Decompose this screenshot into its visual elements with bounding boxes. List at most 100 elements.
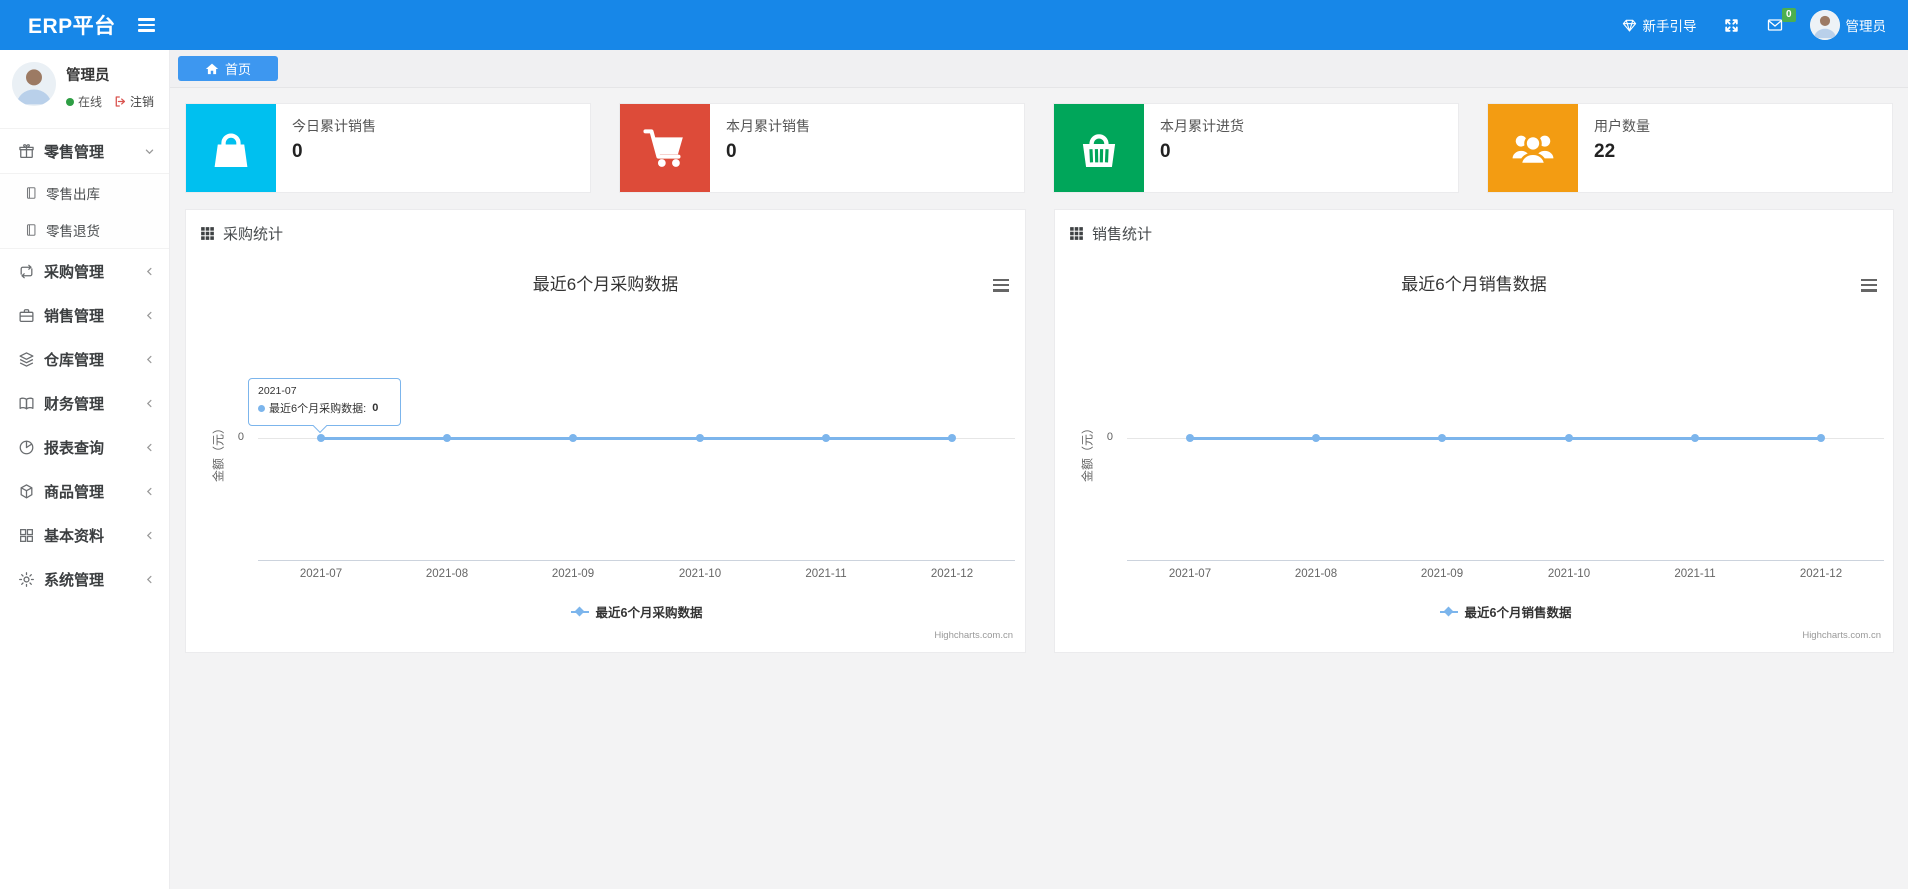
briefcase-icon [18,307,35,324]
data-point[interactable] [1565,434,1573,442]
sidebar-item-label: 采购管理 [44,263,105,281]
sidebar-item-finance[interactable]: 财务管理 [0,381,169,425]
sidebar-item-warehouse[interactable]: 仓库管理 [0,337,169,381]
home-icon [205,63,219,74]
series-line [321,437,952,440]
messages-button[interactable]: 0 [1766,8,1796,33]
fullscreen-button[interactable] [1723,17,1740,34]
card-value: 0 [1160,141,1171,162]
x-axis-tick: 2021-12 [930,568,974,580]
sidebar-item-retail-outbound[interactable]: 零售出库 [0,174,169,211]
sidebar-item-retail-return[interactable]: 零售退货 [0,211,169,248]
sidebar-item-label: 财务管理 [44,395,105,413]
stat-card-user-count: 用户数量 22 [1487,103,1893,193]
sidebar-toggle-icon[interactable] [137,15,155,35]
x-axis-tick: 2021-09 [551,568,595,580]
data-point[interactable] [1691,434,1699,442]
book-open-icon [18,395,35,412]
x-axis-tick: 2021-09 [1420,568,1464,580]
pie-chart-icon [18,439,35,456]
tooltip-arrow [312,418,328,434]
highcharts-credit[interactable]: Highcharts.com.cn [934,630,1013,641]
main-content: 首页 今日累计销售 0 本月累计销售 0 本月累计进货 0 用户数量 22 采购… [170,50,1908,889]
data-point[interactable] [1438,434,1446,442]
sidebar-item-purchase[interactable]: 采购管理 [0,249,169,293]
logout-label: 注销 [130,95,155,109]
x-axis-line [1127,560,1884,561]
chart-context-menu-icon[interactable] [985,276,1009,296]
sidebar-item-label: 报表查询 [44,439,105,457]
chevron-left-icon [144,442,155,453]
legend-marker-icon [570,606,589,616]
message-count-badge: 0 [1781,8,1796,22]
chevron-left-icon [144,574,155,585]
sidebar-item-system[interactable]: 系统管理 [0,557,169,601]
sidebar-user-block: 管理员 在线 注销 [0,50,169,120]
legend-item[interactable]: 最近6个月采购数据 [258,602,1015,621]
tab-home[interactable]: 首页 [178,56,278,81]
sidebar-item-goods[interactable]: 商品管理 [0,469,169,513]
tooltip-series-dot [258,404,265,412]
tab-home-label: 首页 [224,62,251,77]
chevron-left-icon [144,354,155,365]
sidebar-item-label: 系统管理 [44,571,105,589]
data-point[interactable] [443,434,451,442]
sidebar-item-sales[interactable]: 销售管理 [0,293,169,337]
legend-marker-icon [1439,606,1458,616]
stat-card-month-sales: 本月累计销售 0 [619,103,1025,193]
navbar-username: 管理员 [1845,19,1887,34]
card-title: 本月累计销售 [726,118,810,134]
expand-icon [1724,18,1738,32]
data-point[interactable] [569,434,577,442]
sidebar-item-reports[interactable]: 报表查询 [0,425,169,469]
chevron-left-icon [144,266,155,277]
sidebar-item-label: 零售出库 [46,186,100,202]
data-point[interactable] [1312,434,1320,442]
users-icon [1488,104,1578,192]
chart-tooltip: 2021-07 最近6个月采购数据: 0 [248,378,401,434]
repeat-icon [18,263,35,280]
highcharts-credit[interactable]: Highcharts.com.cn [1802,630,1881,641]
x-axis-tick: 2021-11 [805,568,847,580]
x-axis-line [258,560,1015,561]
x-axis-tick: 2021-08 [1294,568,1338,580]
chart-context-menu-icon[interactable] [1853,276,1877,296]
sidebar-item-basic-data[interactable]: 基本资料 [0,513,169,557]
grid-icon [18,527,35,544]
data-point[interactable] [317,434,325,442]
data-point[interactable] [822,434,830,442]
x-axis-tick: 2021-10 [1547,568,1591,580]
logout-button[interactable]: 注销 [114,93,154,110]
journal-icon [24,186,38,200]
guide-button[interactable]: 新手引导 [1622,15,1697,35]
data-point[interactable] [948,434,956,442]
sidebar: 管理员 在线 注销 零售管理 零售出库 零售退货 采购管理 销售管理 仓库管理 … [0,50,170,889]
data-point[interactable] [1186,434,1194,442]
chevron-left-icon [144,398,155,409]
card-title: 今日累计销售 [292,118,376,134]
chart-title: 最近6个月销售数据 [1401,275,1547,294]
th-grid-icon [1070,227,1083,240]
shopping-cart-icon [620,104,710,192]
top-navbar: ERP平台 新手引导 0 管理员 [0,0,1908,50]
x-axis-tick: 2021-07 [1168,568,1212,580]
user-menu[interactable]: 管理员 [1809,10,1887,40]
legend-label: 最近6个月采购数据 [595,606,703,620]
x-axis-tick: 2021-08 [425,568,469,580]
purchase-stats-panel: 采购统计 最近6个月采购数据 金额（元） 0 2021-07 2021-08 2… [185,209,1026,653]
retail-submenu: 零售出库 零售退货 [0,173,169,249]
data-point[interactable] [696,434,704,442]
card-value: 22 [1594,141,1616,162]
journal-icon [24,223,38,237]
chevron-down-icon [144,146,155,157]
sidebar-item-label: 零售退货 [46,223,100,239]
card-value: 0 [292,141,303,162]
sidebar-item-retail[interactable]: 零售管理 [0,129,169,173]
card-value: 0 [726,141,737,162]
legend-item[interactable]: 最近6个月销售数据 [1127,602,1884,621]
x-axis-tick: 2021-11 [1674,568,1716,580]
data-point[interactable] [1817,434,1825,442]
sidebar-item-label: 销售管理 [44,307,105,325]
sidebar-item-label: 仓库管理 [44,351,105,369]
tooltip-category: 2021-07 [258,385,297,397]
